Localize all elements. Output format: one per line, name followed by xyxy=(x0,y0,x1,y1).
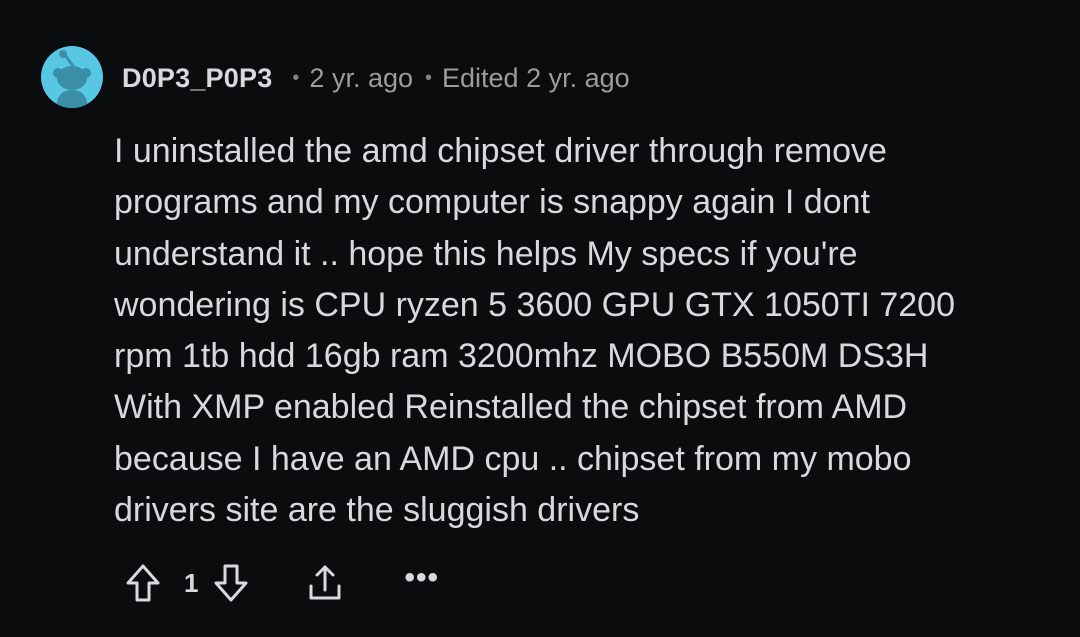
username[interactable]: D0P3_P0P3 xyxy=(122,63,272,94)
comment-age: 2 yr. ago xyxy=(309,62,413,93)
upvote-button[interactable] xyxy=(124,562,162,604)
snoo-icon xyxy=(53,50,91,108)
comment-meta: D0P3_P0P3 • 2 yr. ago • Edited 2 yr. ago xyxy=(122,58,630,98)
separator-dot: • xyxy=(292,66,300,89)
more-icon[interactable]: ••• xyxy=(404,563,439,603)
arrow-up-icon xyxy=(126,564,160,602)
avatar[interactable] xyxy=(41,46,103,108)
share-icon xyxy=(309,565,341,600)
arrow-down-icon xyxy=(214,564,248,602)
downvote-button[interactable] xyxy=(212,562,250,604)
separator-dot: • xyxy=(425,66,433,89)
edited-label: Edited 2 yr. ago xyxy=(442,62,630,93)
share-button[interactable] xyxy=(306,562,344,604)
comment: D0P3_P0P3 • 2 yr. ago • Edited 2 yr. ago… xyxy=(0,0,1080,637)
comment-actions: 1 ••• xyxy=(124,560,439,606)
vote-count: 1 xyxy=(184,567,199,598)
comment-body: I uninstalled the amd chipset driver thr… xyxy=(114,132,955,530)
